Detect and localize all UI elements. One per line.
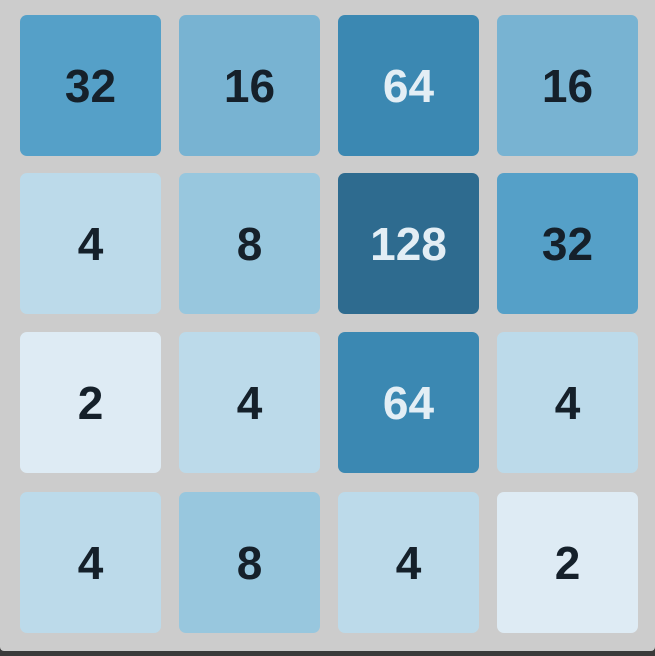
tile: 2 bbox=[20, 332, 161, 473]
game-board[interactable]: 32 16 64 16 4 8 128 32 2 4 64 4 4 8 4 2 bbox=[0, 0, 655, 651]
tile: 32 bbox=[497, 173, 638, 314]
tile: 32 bbox=[20, 15, 161, 156]
tile: 16 bbox=[179, 15, 320, 156]
tile: 4 bbox=[179, 332, 320, 473]
tile: 4 bbox=[497, 332, 638, 473]
tile: 16 bbox=[497, 15, 638, 156]
tile: 64 bbox=[338, 332, 479, 473]
tile: 4 bbox=[20, 173, 161, 314]
tile: 128 bbox=[338, 173, 479, 314]
tile: 4 bbox=[338, 492, 479, 633]
tile: 8 bbox=[179, 173, 320, 314]
tile: 2 bbox=[497, 492, 638, 633]
tile: 64 bbox=[338, 15, 479, 156]
tile: 4 bbox=[20, 492, 161, 633]
tile: 8 bbox=[179, 492, 320, 633]
